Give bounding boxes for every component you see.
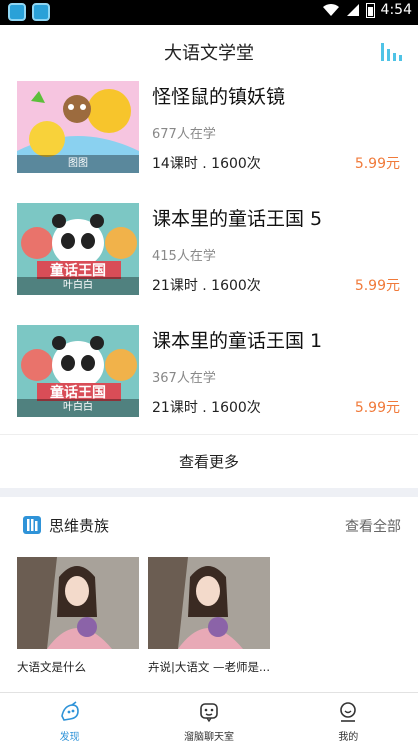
course-thumbnail: 童话王国 叶白白 [17, 203, 139, 295]
course-price: 5.99元 [354, 278, 400, 294]
section-title: 思维贵族 [49, 517, 110, 535]
wifi-icon [322, 3, 339, 17]
course-students: 677人在学 [152, 127, 216, 142]
video-title: 卉说|大语文 —老师是... [148, 660, 270, 674]
course-item[interactable]: 童话王国 叶白白 课本里的童话王国 5 415人在学 21课时 . 1600次 … [0, 200, 418, 320]
clock: 4:54 [380, 2, 412, 18]
see-more-button[interactable]: 查看更多 [0, 434, 418, 488]
battery-icon [365, 2, 375, 18]
video-title: 大语文是什么 [17, 660, 86, 674]
bottom-nav: 发现 溜脑聊天室 我的 [0, 692, 418, 745]
section-header: 思维贵族 查看全部 [0, 497, 418, 551]
course-item[interactable]: 童话王国 叶白白 课本里的童话王国 1 367人在学 21课时 . 1600次 … [0, 322, 418, 442]
nav-discover[interactable]: 发现 [0, 693, 139, 745]
course-thumbnail: 童话王国 叶白白 [17, 325, 139, 417]
app-notification-icon [32, 3, 50, 21]
thumbnail-caption: 叶白白 [17, 399, 139, 417]
profile-icon [340, 702, 357, 722]
video-card[interactable]: 卉说|大语文 —老师是... [148, 557, 270, 675]
discover-icon [60, 701, 79, 721]
chat-robot-icon [200, 703, 218, 723]
course-students: 367人在学 [152, 371, 216, 386]
course-title: 课本里的童话王国 1 [152, 330, 323, 352]
book-icon [23, 516, 41, 534]
course-meta: 14课时 . 1600次 [152, 156, 261, 172]
course-title: 怪怪鼠的镇妖镜 [152, 86, 286, 108]
header-bar: 大语文学堂 [0, 25, 418, 77]
nav-label: 我的 [338, 732, 359, 743]
thumbnail-caption: 图图 [17, 155, 139, 173]
video-card[interactable]: 大语文是什么 [17, 557, 139, 675]
signal-icon [346, 4, 359, 16]
page-title: 大语文学堂 [164, 43, 254, 64]
nav-profile[interactable]: 我的 [279, 693, 418, 745]
course-meta: 21课时 . 1600次 [152, 278, 261, 294]
course-price: 5.99元 [354, 156, 400, 172]
see-all-link[interactable]: 查看全部 [345, 516, 401, 536]
notification-icons [8, 3, 50, 21]
course-thumbnail: 图图 [17, 81, 139, 173]
video-thumbnail [148, 557, 270, 649]
course-meta: 21课时 . 1600次 [152, 400, 261, 416]
bar-chart-icon[interactable] [379, 39, 405, 63]
nav-chat-room[interactable]: 溜脑聊天室 [139, 693, 278, 745]
course-item[interactable]: 图图 怪怪鼠的镇妖镜 677人在学 14课时 . 1600次 5.99元 [0, 78, 418, 198]
course-price: 5.99元 [354, 400, 400, 416]
section-divider [0, 488, 418, 497]
course-title: 课本里的童话王国 5 [152, 208, 323, 230]
video-thumbnail [17, 557, 139, 649]
nav-label: 溜脑聊天室 [183, 732, 234, 743]
nav-label: 发现 [59, 732, 80, 743]
app-notification-icon [8, 3, 26, 21]
course-students: 415人在学 [152, 249, 216, 264]
thumbnail-caption: 叶白白 [17, 277, 139, 295]
status-bar: 4:54 [0, 0, 418, 25]
